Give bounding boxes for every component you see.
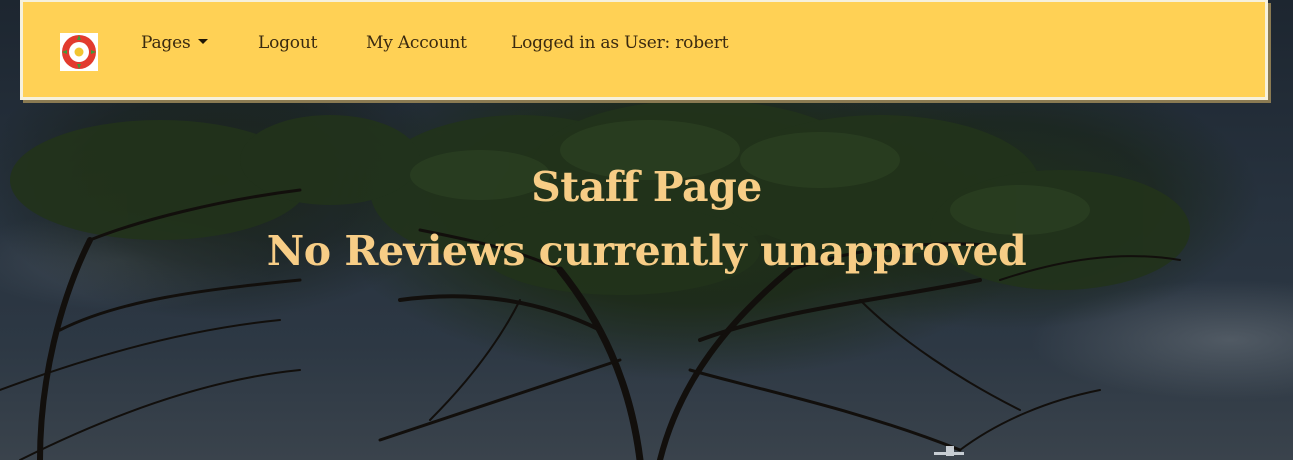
top-navbar: Pages Logout My Account Logged in as Use… [20,0,1268,100]
no-reviews-message: No Reviews currently unapproved [266,227,1027,275]
brand-logo-link[interactable] [60,33,98,71]
nav-pages-dropdown[interactable]: Pages [141,33,209,53]
tudor-rose-icon [62,35,96,69]
nav-pages-label: Pages [141,33,191,53]
main-content: Staff Page No Reviews currently unapprov… [0,158,1293,286]
nav-logout-link[interactable]: Logout [258,33,317,53]
nav-my-account-link[interactable]: My Account [366,33,467,53]
page-title: Staff Page [531,163,762,211]
logged-in-user-status: Logged in as User: robert [511,33,729,53]
caret-down-icon [198,39,209,44]
page: Pages Logout My Account Logged in as Use… [0,0,1293,460]
